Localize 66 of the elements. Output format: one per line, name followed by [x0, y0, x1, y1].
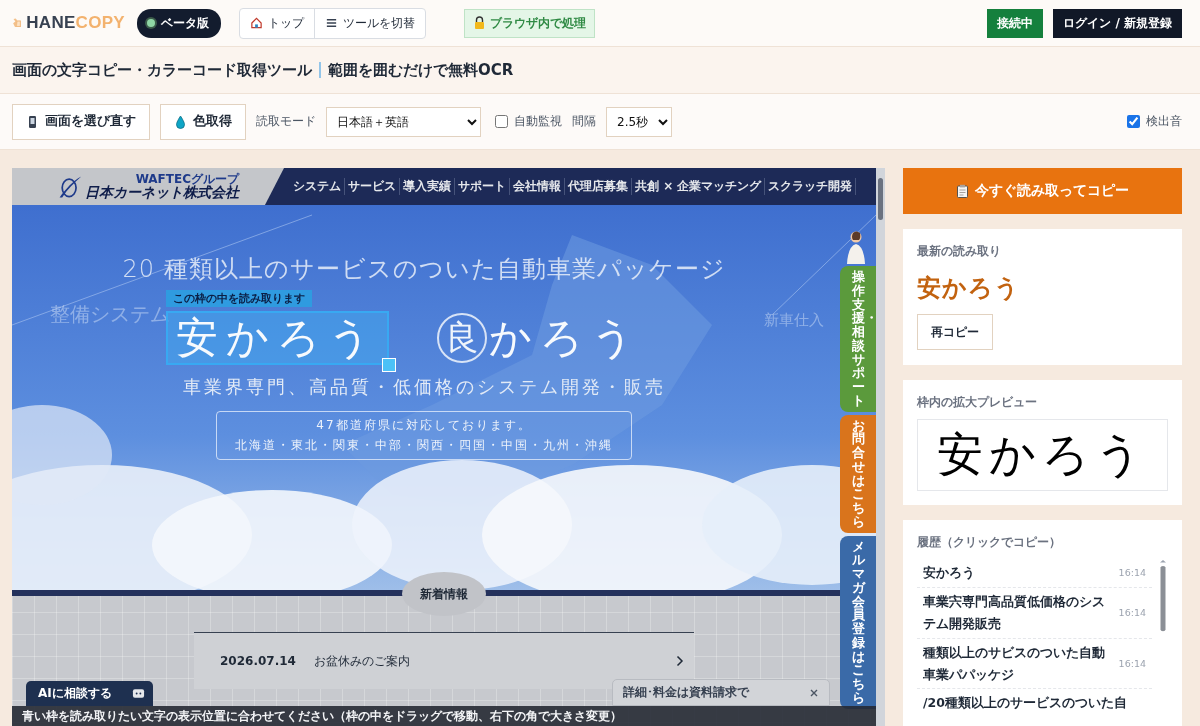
background-word: 新車仕入 — [764, 311, 824, 330]
news-title: お盆休みのご案内 — [313, 652, 411, 670]
coverage-title: 47都道府県に対応しております。 — [316, 417, 532, 435]
menu-icon — [325, 16, 338, 30]
connection-status-button[interactable]: 接続中 — [987, 8, 1044, 38]
site-nav-link[interactable]: システム — [290, 178, 345, 195]
reselect-screen-button[interactable]: 画面を選び直す — [12, 103, 150, 140]
interval-label: 間隔 — [572, 113, 596, 130]
site-nav-link[interactable]: スクラッチ開発 — [765, 178, 857, 195]
page-subtitle: 範囲を囲むだけで無料OCR — [328, 60, 514, 80]
person-figure — [844, 230, 868, 264]
history-item[interactable]: 種類以上のサビスのついた自動車業パパッケジ 16:14 — [917, 638, 1152, 690]
history-item[interactable]: 安かろう 16:14 — [917, 559, 1152, 588]
history-item[interactable]: 車業宍専門高品質低価格のシステム開発販売 16:14 — [917, 587, 1152, 639]
catch-mark: 良 — [437, 313, 487, 364]
resize-handle[interactable] — [382, 358, 396, 373]
site-nav-link[interactable]: 代理店募集 — [565, 178, 632, 195]
pick-color-button[interactable]: 色取得 — [160, 103, 246, 140]
frame-label: この枠の中を読み取ります — [166, 290, 312, 307]
news-heading: 新着情報 — [402, 572, 486, 616]
catch-text: かろう — [489, 313, 642, 364]
news-date: 2026.07.14 — [220, 654, 296, 668]
mode-label: 読取モード — [256, 113, 316, 130]
card-heading: 最新の読み取り — [917, 243, 1002, 260]
ai-chat-button[interactable]: AIに相談する — [26, 681, 153, 706]
site-nav-link[interactable]: 導入実績 — [400, 178, 455, 195]
company-name: 日本カーネット株式会社 — [85, 185, 239, 201]
auto-watch-checkbox[interactable] — [495, 115, 508, 128]
side-tab[interactable]: メルマガ会員登録はこちら — [840, 535, 876, 709]
mode-select[interactable]: 日本語＋英語 — [326, 106, 481, 137]
card-heading: 枠内の拡大プレビュー — [917, 394, 1038, 411]
site-nav-link[interactable]: サポート — [455, 178, 510, 195]
beta-badge: ベータ版 — [137, 8, 221, 38]
droplet-icon — [174, 114, 187, 129]
card-heading: 履歴（クリックでコピー） — [917, 534, 1062, 551]
company-group: WAFTECグループ — [135, 172, 239, 186]
nav-button[interactable]: ツールを切替 — [314, 8, 425, 38]
sound-label: 検出音 — [1146, 113, 1182, 130]
hero-headline: 20 種類以上のサービスのついた自動車業パッケージ — [122, 254, 726, 285]
recopy-button[interactable]: 再コピー — [917, 314, 993, 350]
chevron-right-icon — [676, 655, 684, 667]
lock-icon — [473, 16, 486, 30]
home-icon — [250, 16, 263, 30]
phone-icon — [26, 114, 39, 129]
chat-icon — [131, 686, 145, 701]
login-button[interactable]: ログイン / 新規登録 — [1053, 8, 1182, 38]
clipboard-icon — [956, 184, 969, 198]
site-nav-link[interactable]: サービス — [345, 178, 400, 195]
page-title: 画面の文字コピー・カラーコード取得ツール — [12, 60, 312, 80]
close-icon[interactable] — [809, 687, 819, 698]
history-item[interactable]: /20種類以上のサービスのついた自 — [917, 689, 1152, 718]
interval-select[interactable]: 2.5秒 — [606, 106, 672, 137]
sound-checkbox[interactable] — [1127, 115, 1140, 128]
auto-watch-label: 自動監視 — [514, 113, 562, 130]
nav-button[interactable]: トップ — [240, 8, 314, 38]
site-nav-link[interactable]: 会社情報 — [510, 178, 565, 195]
scrollbar[interactable] — [876, 168, 885, 726]
latest-text: 安かろう — [917, 273, 1021, 304]
logo-text[interactable]: HANECOPY — [26, 13, 125, 33]
hint-text: 青い枠を読み取りたい文字の表示位置に合わせてください（枠の中をドラッグで移動、右下の角で大きさ変更） — [12, 706, 876, 726]
coverage-regions: 北海道・東北・関東・中部・関西・四国・中国・九州・沖縄 — [235, 437, 613, 455]
catch-text: 安かろう — [176, 313, 379, 362]
site-nav-link[interactable]: 共創 × 企業マッチング — [632, 178, 766, 195]
privacy-label: ブラウザ内で処理 — [490, 14, 586, 32]
preview-text: 安かろう — [937, 426, 1148, 483]
hero-tagline: 車業界専門、高品質・低価格のシステム開発・販売 — [182, 375, 666, 400]
